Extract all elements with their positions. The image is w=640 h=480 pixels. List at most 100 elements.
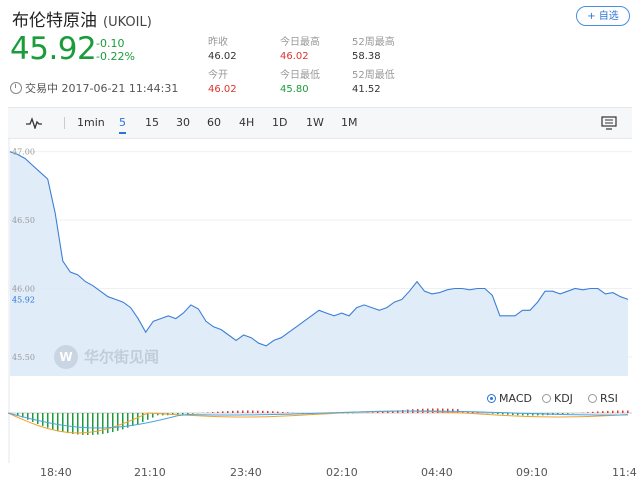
macd-bar <box>262 410 264 413</box>
radio-icon <box>542 394 551 403</box>
stat-open: 今开 46.02 <box>208 69 237 97</box>
stat-day-high: 今日最高 46.02 <box>280 36 320 64</box>
stat-prev-close: 昨收 46.02 <box>208 36 237 64</box>
watermark-logo: W <box>54 345 78 369</box>
macd-bar <box>227 411 229 413</box>
macd-bar <box>217 411 219 413</box>
interval-4h[interactable]: 4H <box>239 116 254 129</box>
x-tick-label: 11:4 <box>612 466 637 479</box>
indicator-label: KDJ <box>554 392 573 405</box>
macd-bar <box>147 413 149 420</box>
current-price: 45.92 <box>10 31 97 67</box>
macd-bar <box>287 412 289 413</box>
interval-30[interactable]: 30 <box>176 116 190 129</box>
macd-bar <box>192 413 194 414</box>
macd-bar <box>62 413 64 433</box>
x-tick-label: 23:40 <box>230 466 262 479</box>
interval-1m[interactable]: 1M <box>341 116 358 129</box>
trading-status-text: 交易中 2017-06-21 11:44:31 <box>25 82 179 95</box>
indicator-rsi[interactable]: RSI <box>588 392 618 405</box>
macd-bar <box>597 411 599 413</box>
x-tick-label: 02:10 <box>326 466 358 479</box>
macd-bar <box>137 413 139 424</box>
macd-bar <box>182 413 184 415</box>
macd-bar <box>267 411 269 413</box>
macd-bar <box>207 412 209 413</box>
macd-bar <box>232 410 234 413</box>
instrument-title: 布伦特原油 (UKOIL) <box>12 6 152 31</box>
add-to-watchlist-button[interactable]: + 自选 <box>576 6 630 26</box>
interval-15[interactable]: 15 <box>145 116 159 129</box>
interval-60[interactable]: 60 <box>207 116 221 129</box>
macd-bar <box>77 413 79 435</box>
macd-bar <box>607 410 609 413</box>
instrument-name: 布伦特原油 <box>12 11 97 31</box>
stat-value: 46.02 <box>208 84 237 95</box>
clock-icon <box>10 82 22 94</box>
macd-bar <box>497 413 499 415</box>
interval-1min[interactable]: 1min <box>77 116 105 129</box>
macd-bar <box>42 413 44 426</box>
macd-bar <box>102 413 104 434</box>
stat-value: 45.80 <box>280 84 309 95</box>
macd-bar <box>142 413 144 422</box>
macd-bar <box>627 410 629 413</box>
macd-bar <box>377 411 379 413</box>
macd-bar <box>52 413 54 430</box>
stat-day-low: 今日最低 45.80 <box>280 69 320 97</box>
interval-1d[interactable]: 1D <box>272 116 287 129</box>
price-change: -0.10 -0.22% <box>96 37 135 63</box>
macd-bar <box>37 413 39 424</box>
macd-bar <box>477 412 479 413</box>
stat-label: 52周最高 <box>352 37 395 48</box>
radio-selected-icon <box>487 394 496 403</box>
macd-bar <box>602 411 604 413</box>
macd-bar <box>87 413 89 435</box>
stat-value: 41.52 <box>352 84 381 95</box>
interval-5[interactable]: 5 <box>119 116 126 134</box>
stat-52w-low: 52周最低 41.52 <box>352 69 395 97</box>
macd-panel <box>8 408 632 435</box>
interval-1w[interactable]: 1W <box>306 116 324 129</box>
macd-bar <box>502 413 504 415</box>
x-tick-label: 18:40 <box>40 466 72 479</box>
macd-bar <box>567 413 569 414</box>
macd-bar <box>247 410 249 413</box>
trading-status: 交易中 2017-06-21 11:44:31 <box>10 80 178 96</box>
x-tick-label: 04:40 <box>421 466 453 479</box>
macd-bar <box>27 413 29 420</box>
x-tick-label: 21:10 <box>134 466 166 479</box>
y-tick-label: 47.00 <box>12 148 35 157</box>
macd-dif-line <box>8 410 629 434</box>
instrument-symbol: (UKOIL) <box>103 15 152 30</box>
macd-bar <box>587 412 589 413</box>
macd-bar <box>612 410 614 413</box>
indicator-kdj[interactable]: KDJ <box>542 392 573 405</box>
macd-bar <box>372 412 374 413</box>
macd-bar <box>282 411 284 413</box>
toolbar-divider <box>64 117 65 129</box>
stat-value: 46.02 <box>280 51 309 62</box>
macd-bar <box>107 413 109 434</box>
stat-value: 58.38 <box>352 51 381 62</box>
y-tick-label: 46.00 <box>12 284 35 293</box>
stat-52w-high: 52周最高 58.38 <box>352 36 395 64</box>
macd-bar <box>272 411 274 413</box>
macd-bar <box>212 412 214 413</box>
indicator-macd[interactable]: MACD <box>487 392 532 405</box>
stat-label: 今开 <box>208 70 228 81</box>
macd-bar <box>592 411 594 413</box>
macd-bar <box>492 413 494 414</box>
chart-type-icon[interactable] <box>26 117 42 129</box>
macd-bar <box>82 413 84 435</box>
macd-bar <box>187 413 189 415</box>
fullscreen-icon[interactable] <box>601 116 617 130</box>
macd-bar <box>67 413 69 434</box>
indicator-label: RSI <box>600 392 618 405</box>
macd-bar <box>117 413 119 431</box>
stat-label: 昨收 <box>208 37 228 48</box>
change-value: -0.10 <box>96 37 125 50</box>
macd-bar <box>222 411 224 413</box>
price-chart[interactable]: 47.00 46.50 46.00 45.50 45.92 <box>8 138 632 480</box>
macd-bar <box>617 410 619 413</box>
